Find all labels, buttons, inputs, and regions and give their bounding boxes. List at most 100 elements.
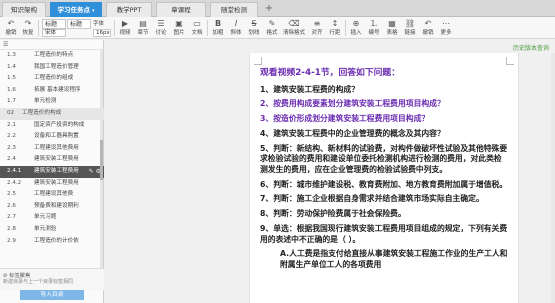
undo-icon: ↶: [7, 19, 15, 28]
format-painter-button[interactable]: ✎ 格式: [263, 18, 281, 38]
table-button[interactable]: ▦ 表格: [383, 18, 401, 38]
undo-secondary-button[interactable]: ↶ 撤销: [419, 18, 437, 38]
outline-item[interactable]: 2.4.2 建筑安装工程费用: [0, 178, 104, 190]
align-button[interactable]: ≡ 对齐: [308, 18, 326, 38]
menu-icon[interactable]: ☰: [3, 41, 8, 48]
question-paragraph: 7、判断：施工企业根据自身需求并结合建筑市场实际自主确定。: [260, 194, 484, 204]
outline-item[interactable]: 1.3 工程造价的特点: [0, 50, 104, 62]
more-icon: ⋯: [442, 19, 450, 28]
question-paragraph: 4、建筑安装工程费中的企业管理费的概念及其内容？: [260, 128, 445, 138]
add-tab-icon[interactable]: +: [262, 2, 276, 16]
button-label: 视频: [119, 30, 131, 36]
outline-item-label: 单元检测: [34, 98, 57, 105]
button-label: 插入: [350, 30, 362, 36]
button-label: 章节: [137, 30, 149, 36]
tab-quiz[interactable]: 随堂检测: [210, 2, 258, 17]
insert-chapter-button[interactable]: ▤ 章节: [134, 18, 152, 38]
outline-chapter[interactable]: 02 工程造价的构成: [0, 108, 104, 120]
outline-item[interactable]: 2.4.1 建筑安装工程费用 ✎ ⚙: [0, 166, 104, 178]
bold-button[interactable]: B 加粗: [209, 18, 227, 38]
outline-item-label: 建筑安装工程费用: [34, 156, 79, 163]
scrollbar-thumb[interactable]: [100, 140, 103, 180]
outline-item[interactable]: 2.7 单元习题: [0, 212, 104, 224]
outline-item[interactable]: 1.4 我国工程造价管理: [0, 62, 104, 74]
undo-button[interactable]: ↶ 撤销: [2, 18, 20, 38]
outline-item[interactable]: 2.8 单元测验: [0, 224, 104, 236]
outline-item-label: 工程造价的组成: [34, 75, 74, 82]
outline-item-label: 设备和工器具购置: [34, 133, 79, 140]
insert-document-button[interactable]: ▭ 文档: [188, 18, 206, 38]
more-button[interactable]: ⋯ 更多: [437, 18, 455, 38]
line-spacing-button[interactable]: ↕ 行距: [326, 18, 344, 38]
heading-style-select[interactable]: 标题: [42, 19, 66, 29]
insert-image-button[interactable]: ▣ 图片: [170, 18, 188, 38]
strikethrough-button[interactable]: S 划线: [245, 18, 263, 38]
import-outline-button[interactable]: 导入目录: [20, 290, 84, 300]
outline-item-label: 拓展 基本建设程序: [34, 86, 81, 93]
font-family-select[interactable]: 宋体: [42, 29, 66, 37]
tab-strip: 知识架构 学习任务点 ▾ 教学PPT 章课程 随堂检测 +: [0, 0, 555, 17]
outline-item[interactable]: 2.2 设备和工器具购置: [0, 131, 104, 143]
tab-learning-tasks[interactable]: 学习任务点 ▾: [50, 2, 102, 17]
outline-item-number: 2.4.1: [7, 168, 22, 174]
tab-knowledge-structure[interactable]: 知识架构: [2, 2, 46, 17]
outline-item[interactable]: 2.9 工程造价的计价依: [0, 236, 104, 248]
link-button[interactable]: ⛓ 链接: [401, 18, 419, 38]
body-style-select[interactable]: 标题: [67, 19, 91, 29]
button-label: 行距: [329, 30, 341, 36]
insert-video-button[interactable]: ▶ 视频: [116, 18, 134, 38]
line-spacing-icon: ↕: [331, 19, 339, 28]
button-label: 撤销: [422, 30, 434, 36]
answer-option: A.人工费是指支付给直接从事建筑安装工程施工作业的生产工人和附属生产单位工人的各…: [280, 249, 508, 269]
toolbar-divider: [114, 20, 115, 36]
outline-item[interactable]: 2.6 预备费和建设期利: [0, 201, 104, 213]
outline-item[interactable]: 1.6 拓展 基本建设程序: [0, 85, 104, 97]
button-label: 讨论: [155, 30, 167, 36]
clear-format-button[interactable]: ⌫ 清除格式: [281, 18, 307, 38]
outline-item-label: 建筑安装工程费用: [34, 179, 79, 186]
outline-item-number: 1.6: [7, 86, 16, 93]
redo-icon: ↷: [24, 19, 32, 28]
outline-item-label: 单元测验: [34, 226, 57, 232]
video-icon: ▶: [121, 19, 129, 28]
outline-item-label: 单元习题: [34, 214, 57, 221]
outline-item[interactable]: 2.1 国定资产投资的构成: [0, 120, 104, 132]
insert-button[interactable]: ⊕ 插入: [347, 18, 365, 38]
button-label: 链接: [404, 30, 416, 36]
sidebar-header: ☰: [0, 40, 104, 50]
button-label: 更多: [440, 30, 452, 36]
outline-item[interactable]: 1.7 单元检测: [0, 96, 104, 108]
tab-chapter-course[interactable]: 章课程: [156, 2, 206, 17]
italic-button[interactable]: I 斜体: [227, 18, 245, 38]
question-paragraph: 3、按造价形成划分建筑安装工程费用项目构成？: [260, 114, 430, 124]
numbering-button[interactable]: ⒈ 编号: [365, 18, 383, 38]
label-input-area[interactable]: ⊘ 标签聚焦 新建目录与上一个目录标签相同: [0, 268, 104, 290]
question-paragraph: 2、按费用构成要素划分建筑安装工程费用项目构成？: [260, 99, 445, 109]
tab-label: 随堂检测: [221, 6, 247, 14]
redo-label: 恢复: [22, 30, 34, 36]
document-page[interactable]: 观看视频2-4-1节，回答如下问题： 1、建筑安装工程费的构成？ 2、按费用构成要…: [249, 53, 519, 303]
toolbar-divider: [345, 20, 346, 36]
outline-item[interactable]: 1.5 工程造价的组成: [0, 73, 104, 85]
font-size-select[interactable]: 16px: [93, 29, 111, 37]
outline-item-label: 工程造价的构成: [22, 110, 62, 116]
insert-discussion-button[interactable]: ☰ 讨论: [152, 18, 170, 38]
button-label: 加粗: [212, 30, 224, 36]
history-versions-link[interactable]: 历史版本查询: [513, 43, 549, 52]
editor-scrollbar[interactable]: [551, 53, 555, 303]
outline-item[interactable]: 2.4 建筑安装工程费用: [0, 154, 104, 166]
outline-item-label: 工程造价的特点: [34, 52, 74, 58]
toolbar-divider: [38, 20, 39, 36]
redo-button[interactable]: ↷ 恢复: [19, 18, 37, 38]
outline-item[interactable]: 2.5 工程建设其他费: [0, 189, 104, 201]
button-label: 图片: [173, 30, 185, 36]
chevron-down-icon: ▾: [91, 8, 95, 14]
tab-teaching-ppt[interactable]: 教学PPT: [106, 2, 152, 17]
document-content[interactable]: 观看视频2-4-1节，回答如下问题： 1、建筑安装工程费的构成？ 2、按费用构成要…: [260, 68, 508, 275]
editor-area: 历史版本查询 观看视频2-4-1节，回答如下问题： 1、建筑安装工程费的构成？ 2…: [105, 40, 555, 303]
outline-item[interactable]: 2.3 工程建设其他费用: [0, 143, 104, 155]
sidebar-scrollbar[interactable]: [100, 50, 103, 268]
align-icon: ≡: [313, 19, 321, 28]
format-painter-icon: ✎: [268, 19, 276, 28]
outline-item-number: 2.1: [7, 121, 16, 128]
